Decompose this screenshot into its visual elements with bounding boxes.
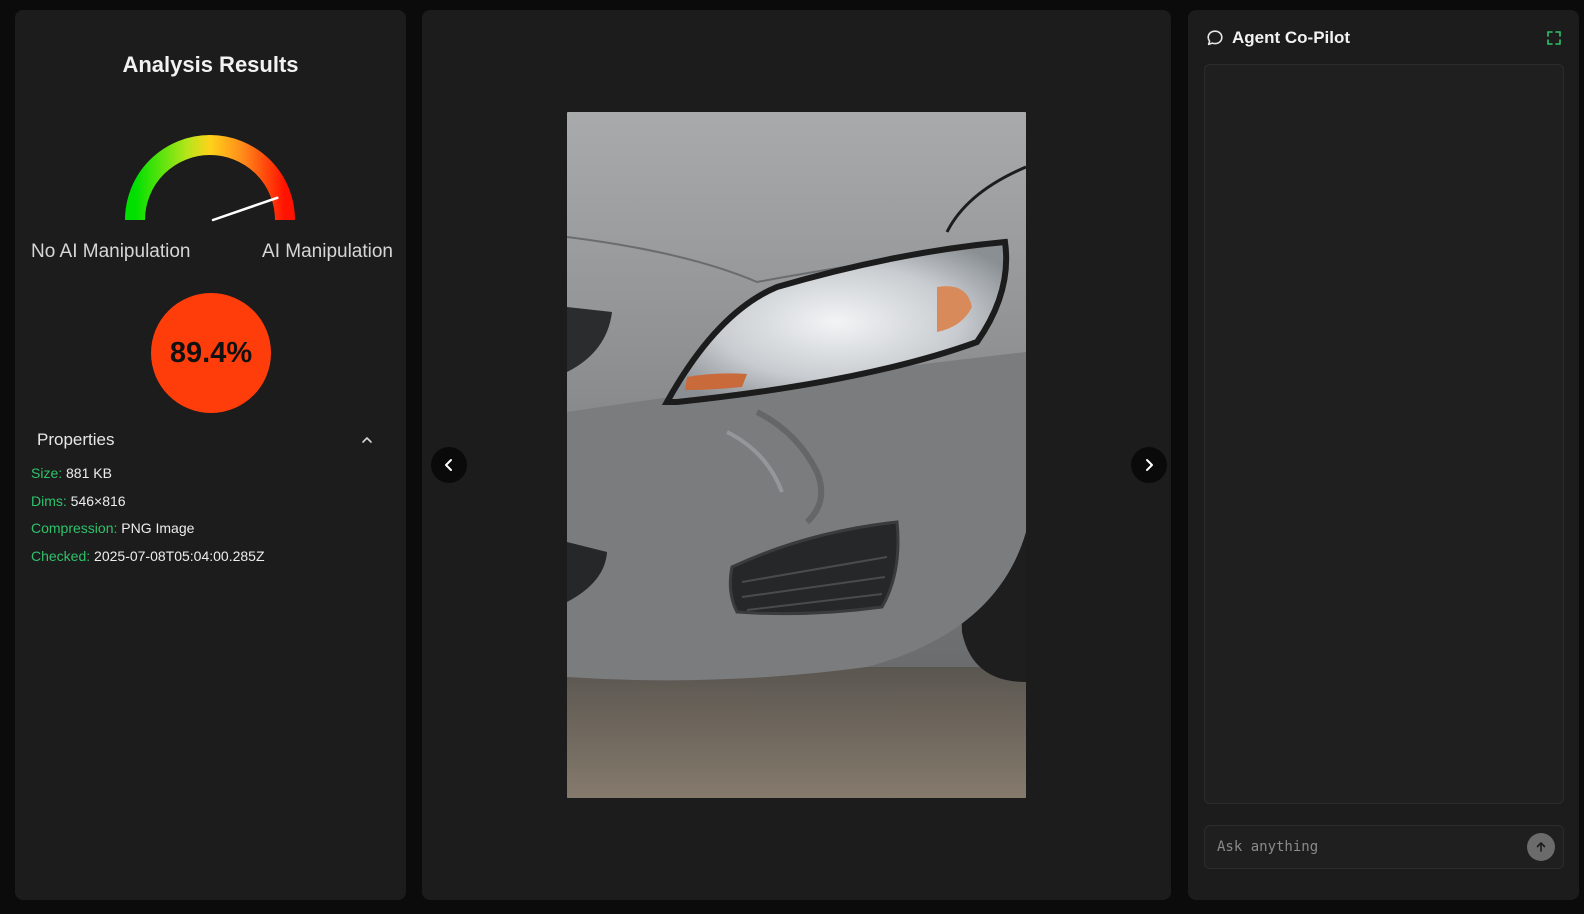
chat-input[interactable] <box>1217 826 1517 868</box>
score-badge: 89.4% <box>151 293 271 413</box>
manipulation-gauge <box>125 135 295 222</box>
analysis-title: Analysis Results <box>122 52 299 77</box>
property-value: PNG Image <box>121 520 195 536</box>
property-dims: Dims: 546×816 <box>31 492 265 520</box>
property-compression: Compression: PNG Image <box>31 519 265 547</box>
copilot-title-group: Agent Co-Pilot <box>1206 28 1350 48</box>
property-value: 2025-07-08T05:04:00.285Z <box>94 547 265 564</box>
properties-toggle[interactable]: Properties <box>37 430 373 450</box>
previous-image-button[interactable] <box>431 447 467 483</box>
properties-title: Properties <box>37 430 115 449</box>
property-key: Checked: <box>31 547 91 564</box>
image-viewer-panel <box>422 10 1171 900</box>
chat-messages-area[interactable] <box>1204 64 1564 804</box>
analyzed-image <box>567 112 1026 798</box>
gauge-left-label: No AI Manipulation <box>31 241 191 262</box>
property-checked: Checked: 2025-07-08T05:04:00.285Z <box>31 547 265 575</box>
chat-input-box <box>1204 825 1564 869</box>
gauge-arc <box>125 135 295 221</box>
arrow-up-icon <box>1536 842 1546 852</box>
app-root: Analysis Results No AI Manipulation AI M… <box>0 0 1584 914</box>
property-key: Dims: <box>31 492 67 509</box>
chevron-left-icon <box>445 459 452 471</box>
expand-icon[interactable] <box>1546 30 1562 46</box>
property-key: Compression: <box>31 520 118 536</box>
property-size: Size: 881 KB <box>31 464 265 492</box>
gauge-labels: No AI Manipulation AI Manipulation <box>31 241 393 263</box>
next-image-button[interactable] <box>1131 447 1167 483</box>
gauge-right-label: AI Manipulation <box>262 241 393 262</box>
copilot-panel: Agent Co-Pilot <box>1188 10 1579 900</box>
property-value: 546×816 <box>70 492 126 509</box>
chevron-right-icon <box>1146 459 1153 471</box>
chat-bubble-icon <box>1207 30 1223 46</box>
analysis-panel: Analysis Results No AI Manipulation AI M… <box>15 10 406 900</box>
chevron-up-icon <box>362 437 372 443</box>
copilot-header: Agent Co-Pilot <box>1206 28 1562 48</box>
copilot-title: Agent Co-Pilot <box>1232 28 1351 47</box>
properties-list: Size: 881 KB Dims: 546×816 Compression: … <box>31 464 265 574</box>
gauge-needle <box>211 196 279 222</box>
send-button[interactable] <box>1527 833 1555 861</box>
car-photo-illustration <box>567 112 1026 798</box>
property-value: 881 KB <box>66 465 112 481</box>
property-key: Size: <box>31 465 63 481</box>
